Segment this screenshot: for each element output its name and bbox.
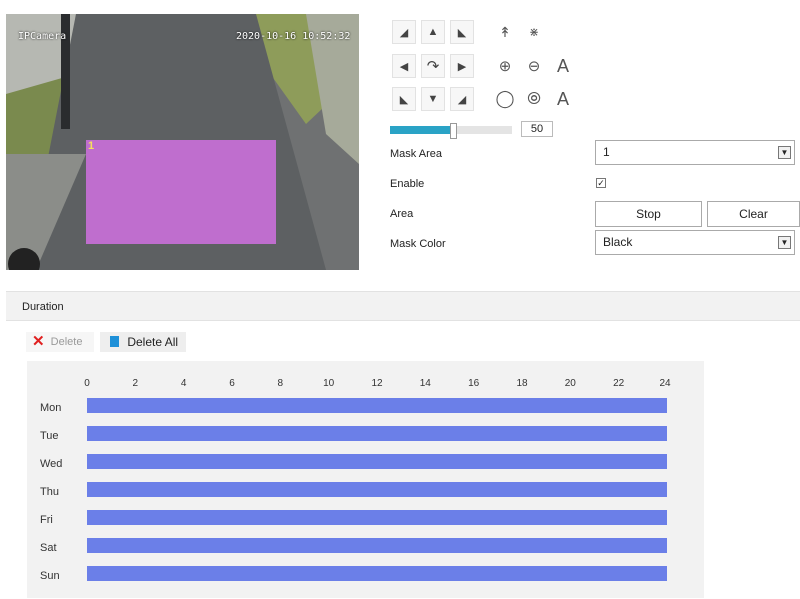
video-preview[interactable]: IPCamera 2020-10-16 10:52:32 1	[6, 14, 359, 270]
arrow-up-icon[interactable]: ▲	[421, 20, 445, 44]
auto-a-icon[interactable]: A	[551, 87, 575, 111]
arrow-down-left-icon[interactable]: ◣	[392, 87, 416, 111]
trash-icon	[110, 336, 119, 347]
hour-tick: 0	[84, 378, 90, 389]
schedule-bar-wed[interactable]	[87, 454, 667, 469]
arrow-down-icon[interactable]: ▼	[421, 87, 445, 111]
close-icon: ✕	[32, 333, 45, 350]
hour-tick: 20	[564, 378, 576, 389]
mask-color-select[interactable]: Black ▼	[595, 230, 795, 255]
mask-area-number: 1	[88, 140, 95, 152]
duration-header: Duration	[6, 291, 800, 321]
zoom-out-icon[interactable]: ⊖	[522, 54, 546, 78]
hour-tick: 12	[371, 378, 383, 389]
day-label-mon: Mon	[40, 402, 62, 414]
hour-tick: 16	[468, 378, 480, 389]
iris-open-icon[interactable]: ◯	[493, 87, 517, 111]
hour-tick: 8	[277, 378, 284, 389]
arrow-up-right-icon[interactable]: ◣	[450, 20, 474, 44]
mask-color-label: Mask Color	[390, 238, 446, 250]
fence-icon[interactable]: ⋇	[522, 20, 546, 44]
schedule-bar-tue[interactable]	[87, 426, 667, 441]
mask-area-label: Mask Area	[390, 148, 442, 160]
mask-color-value: Black	[603, 235, 633, 249]
arrow-right-icon[interactable]: ▶	[450, 54, 474, 78]
focus-a-icon[interactable]: A	[551, 54, 575, 78]
day-label-thu: Thu	[40, 486, 59, 498]
hour-tick: 14	[419, 378, 431, 389]
tree-icon[interactable]: ↟	[493, 20, 517, 44]
timestamp-osd: 2020-10-16 10:52:32	[236, 31, 351, 42]
day-label-sun: Sun	[40, 570, 60, 582]
enable-checkbox[interactable]: ✓	[596, 178, 606, 188]
mask-area-value: 1	[603, 145, 610, 159]
hour-tick: 10	[323, 378, 335, 389]
delete-label: Delete	[50, 336, 83, 348]
redo-icon[interactable]: ↷	[421, 54, 445, 78]
arrow-up-left-icon[interactable]: ◢	[392, 20, 416, 44]
schedule-bar-sat[interactable]	[87, 538, 667, 553]
mask-area-select[interactable]: 1 ▼	[595, 140, 795, 165]
enable-label: Enable	[390, 178, 425, 190]
arrow-left-icon[interactable]: ◀	[392, 54, 416, 78]
chevron-down-icon[interactable]: ▼	[778, 236, 791, 249]
arrow-down-right-icon[interactable]: ◢	[450, 87, 474, 111]
delete-all-label: Delete All	[127, 335, 179, 349]
ptz-speed-slider[interactable]	[390, 123, 512, 139]
schedule-bar-fri[interactable]	[87, 510, 667, 525]
chevron-down-icon[interactable]: ▼	[778, 146, 791, 159]
zoom-in-icon[interactable]: ⊕	[493, 54, 517, 78]
weekly-schedule-grid[interactable]: 0 2 4 6 8 10 12 14 16 18 20 22 24 Mon Tu…	[27, 361, 704, 598]
camera-name-osd: IPCamera	[18, 31, 67, 42]
hour-tick: 4	[180, 378, 187, 389]
hour-tick: 2	[132, 378, 139, 389]
schedule-bar-mon[interactable]	[87, 398, 667, 413]
hour-tick: 22	[613, 378, 625, 389]
area-label: Area	[390, 208, 414, 220]
day-label-wed: Wed	[40, 458, 63, 470]
day-label-fri: Fri	[40, 514, 53, 526]
schedule-bar-sun[interactable]	[87, 566, 667, 581]
delete-all-button[interactable]: Delete All	[100, 332, 186, 352]
hour-tick: 18	[516, 378, 528, 389]
stop-button[interactable]: Stop	[595, 201, 702, 227]
hour-tick: 24	[659, 378, 671, 389]
day-label-sat: Sat	[40, 542, 57, 554]
privacy-mask-area[interactable]	[86, 140, 276, 244]
duration-title: Duration	[22, 301, 64, 313]
ptz-speed-value[interactable]: 50	[521, 121, 553, 137]
day-label-tue: Tue	[40, 430, 59, 442]
slider-handle[interactable]	[450, 123, 458, 139]
slider-fill	[390, 126, 454, 134]
hour-tick: 6	[229, 378, 235, 389]
delete-button[interactable]: ✕ Delete	[26, 332, 94, 352]
schedule-bar-thu[interactable]	[87, 482, 667, 497]
iris-close-icon[interactable]: ⦾	[522, 87, 546, 111]
clear-button[interactable]: Clear	[707, 201, 800, 227]
